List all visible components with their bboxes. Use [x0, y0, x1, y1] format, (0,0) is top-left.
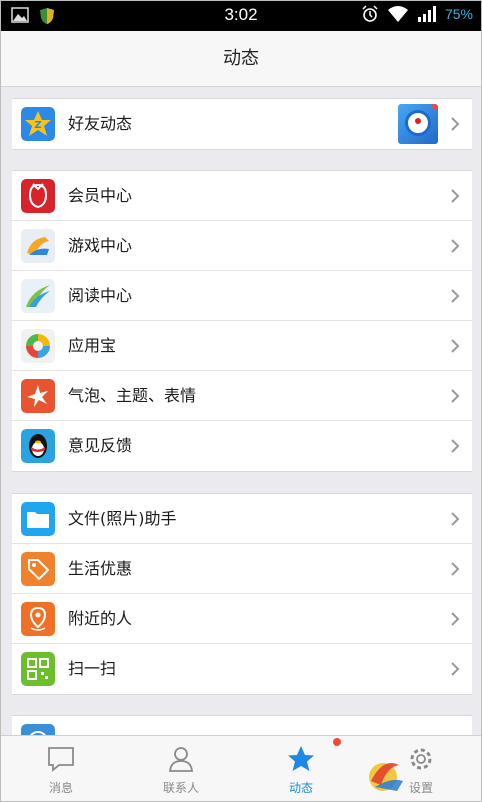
qr-code-icon [21, 652, 55, 686]
chat-bubble-icon [48, 747, 74, 772]
list-item-label: 会员中心 [68, 186, 133, 205]
star-icon [288, 746, 314, 771]
tab-feed[interactable]: 动态 [241, 736, 361, 801]
chevron-right-icon [451, 612, 460, 626]
list-item-label: 应用宝 [68, 336, 117, 355]
reading-center-icon [21, 279, 55, 313]
list-item-label: 扫一扫 [68, 659, 117, 678]
battery-percent: 75% [444, 6, 473, 22]
list-item-friend-feed[interactable]: Z 好友动态 [12, 99, 472, 149]
list-item-label: 附近的人 [68, 609, 133, 628]
app-store-icon [21, 329, 55, 363]
chevron-right-icon [451, 439, 460, 453]
chevron-right-icon [451, 339, 460, 353]
tab-label: 消息 [48, 781, 73, 795]
list-item-app-store[interactable]: 应用宝 [12, 321, 472, 371]
tab-label: 联系人 [162, 781, 199, 795]
tab-messages[interactable]: 消息 [1, 736, 121, 801]
qzone-star-icon: Z [21, 107, 55, 141]
list-item-label: 游戏中心 [68, 236, 133, 255]
svg-text:Z: Z [34, 120, 41, 131]
signal-icon [417, 6, 436, 22]
title-bar: 动态 [1, 31, 481, 87]
list-item-label: 好友动态 [68, 114, 133, 133]
group-tools: 文件(照片)助手 生活优惠 附近的人 扫一扫 [12, 493, 472, 695]
status-bar: 3:02 75% [1, 1, 481, 31]
contact-person-icon [169, 747, 193, 772]
wifi-icon [387, 6, 408, 22]
list-item-file-assistant[interactable]: 文件(照片)助手 [12, 494, 472, 544]
chevron-right-icon [451, 189, 460, 203]
alarm-icon [362, 5, 378, 22]
group-services: 会员中心 游戏中心 阅读中心 应用宝 气泡、主题、表情 意见反馈 [12, 170, 472, 472]
chevron-right-icon [451, 289, 460, 303]
list-item-label: 文件(照片)助手 [68, 509, 177, 528]
list-item-reading-center[interactable]: 阅读中心 [12, 271, 472, 321]
themes-icon [21, 379, 55, 413]
chevron-right-icon [451, 512, 460, 526]
list-item-vip-center[interactable]: 会员中心 [12, 171, 472, 221]
folder-icon [21, 502, 55, 536]
new-badge [333, 738, 341, 746]
list-item-label: 意见反馈 [68, 436, 133, 455]
location-pin-icon [21, 602, 55, 636]
list-item-life-deals[interactable]: 生活优惠 [12, 544, 472, 594]
chevron-right-icon [451, 239, 460, 253]
list-item-game-center[interactable]: 游戏中心 [12, 221, 472, 271]
list-item-label: 生活优惠 [68, 559, 133, 578]
list-item-themes[interactable]: 气泡、主题、表情 [12, 371, 472, 421]
friend-feed-thumbnail [398, 104, 438, 144]
list-item-label: 气泡、主题、表情 [68, 386, 197, 405]
status-indicators: 75% [361, 5, 473, 23]
list-item-scan[interactable]: 扫一扫 [12, 644, 472, 694]
tab-label: 动态 [288, 781, 313, 795]
vip-penguin-icon [21, 179, 55, 213]
new-badge [432, 104, 438, 110]
list-item-label: 阅读中心 [68, 286, 133, 305]
game-center-icon [21, 229, 55, 263]
tab-contacts[interactable]: 联系人 [121, 736, 241, 801]
chevron-right-icon [451, 662, 460, 676]
qq-penguin-icon [21, 429, 55, 463]
chevron-right-icon [451, 562, 460, 576]
chevron-right-icon [451, 117, 460, 131]
page-title: 动态 [223, 48, 259, 69]
phone-screen: 3:02 75% 动态 Z 好友动态 会员中心 游戏中心 阅读中心 应用宝 气泡… [0, 0, 482, 802]
coupon-tag-icon [21, 552, 55, 586]
chevron-right-icon [451, 389, 460, 403]
group-friends: Z 好友动态 [12, 98, 472, 150]
list-item-nearby-people[interactable]: 附近的人 [12, 594, 472, 644]
list-item-feedback[interactable]: 意见反馈 [12, 421, 472, 471]
watermark-logo [369, 763, 403, 791]
